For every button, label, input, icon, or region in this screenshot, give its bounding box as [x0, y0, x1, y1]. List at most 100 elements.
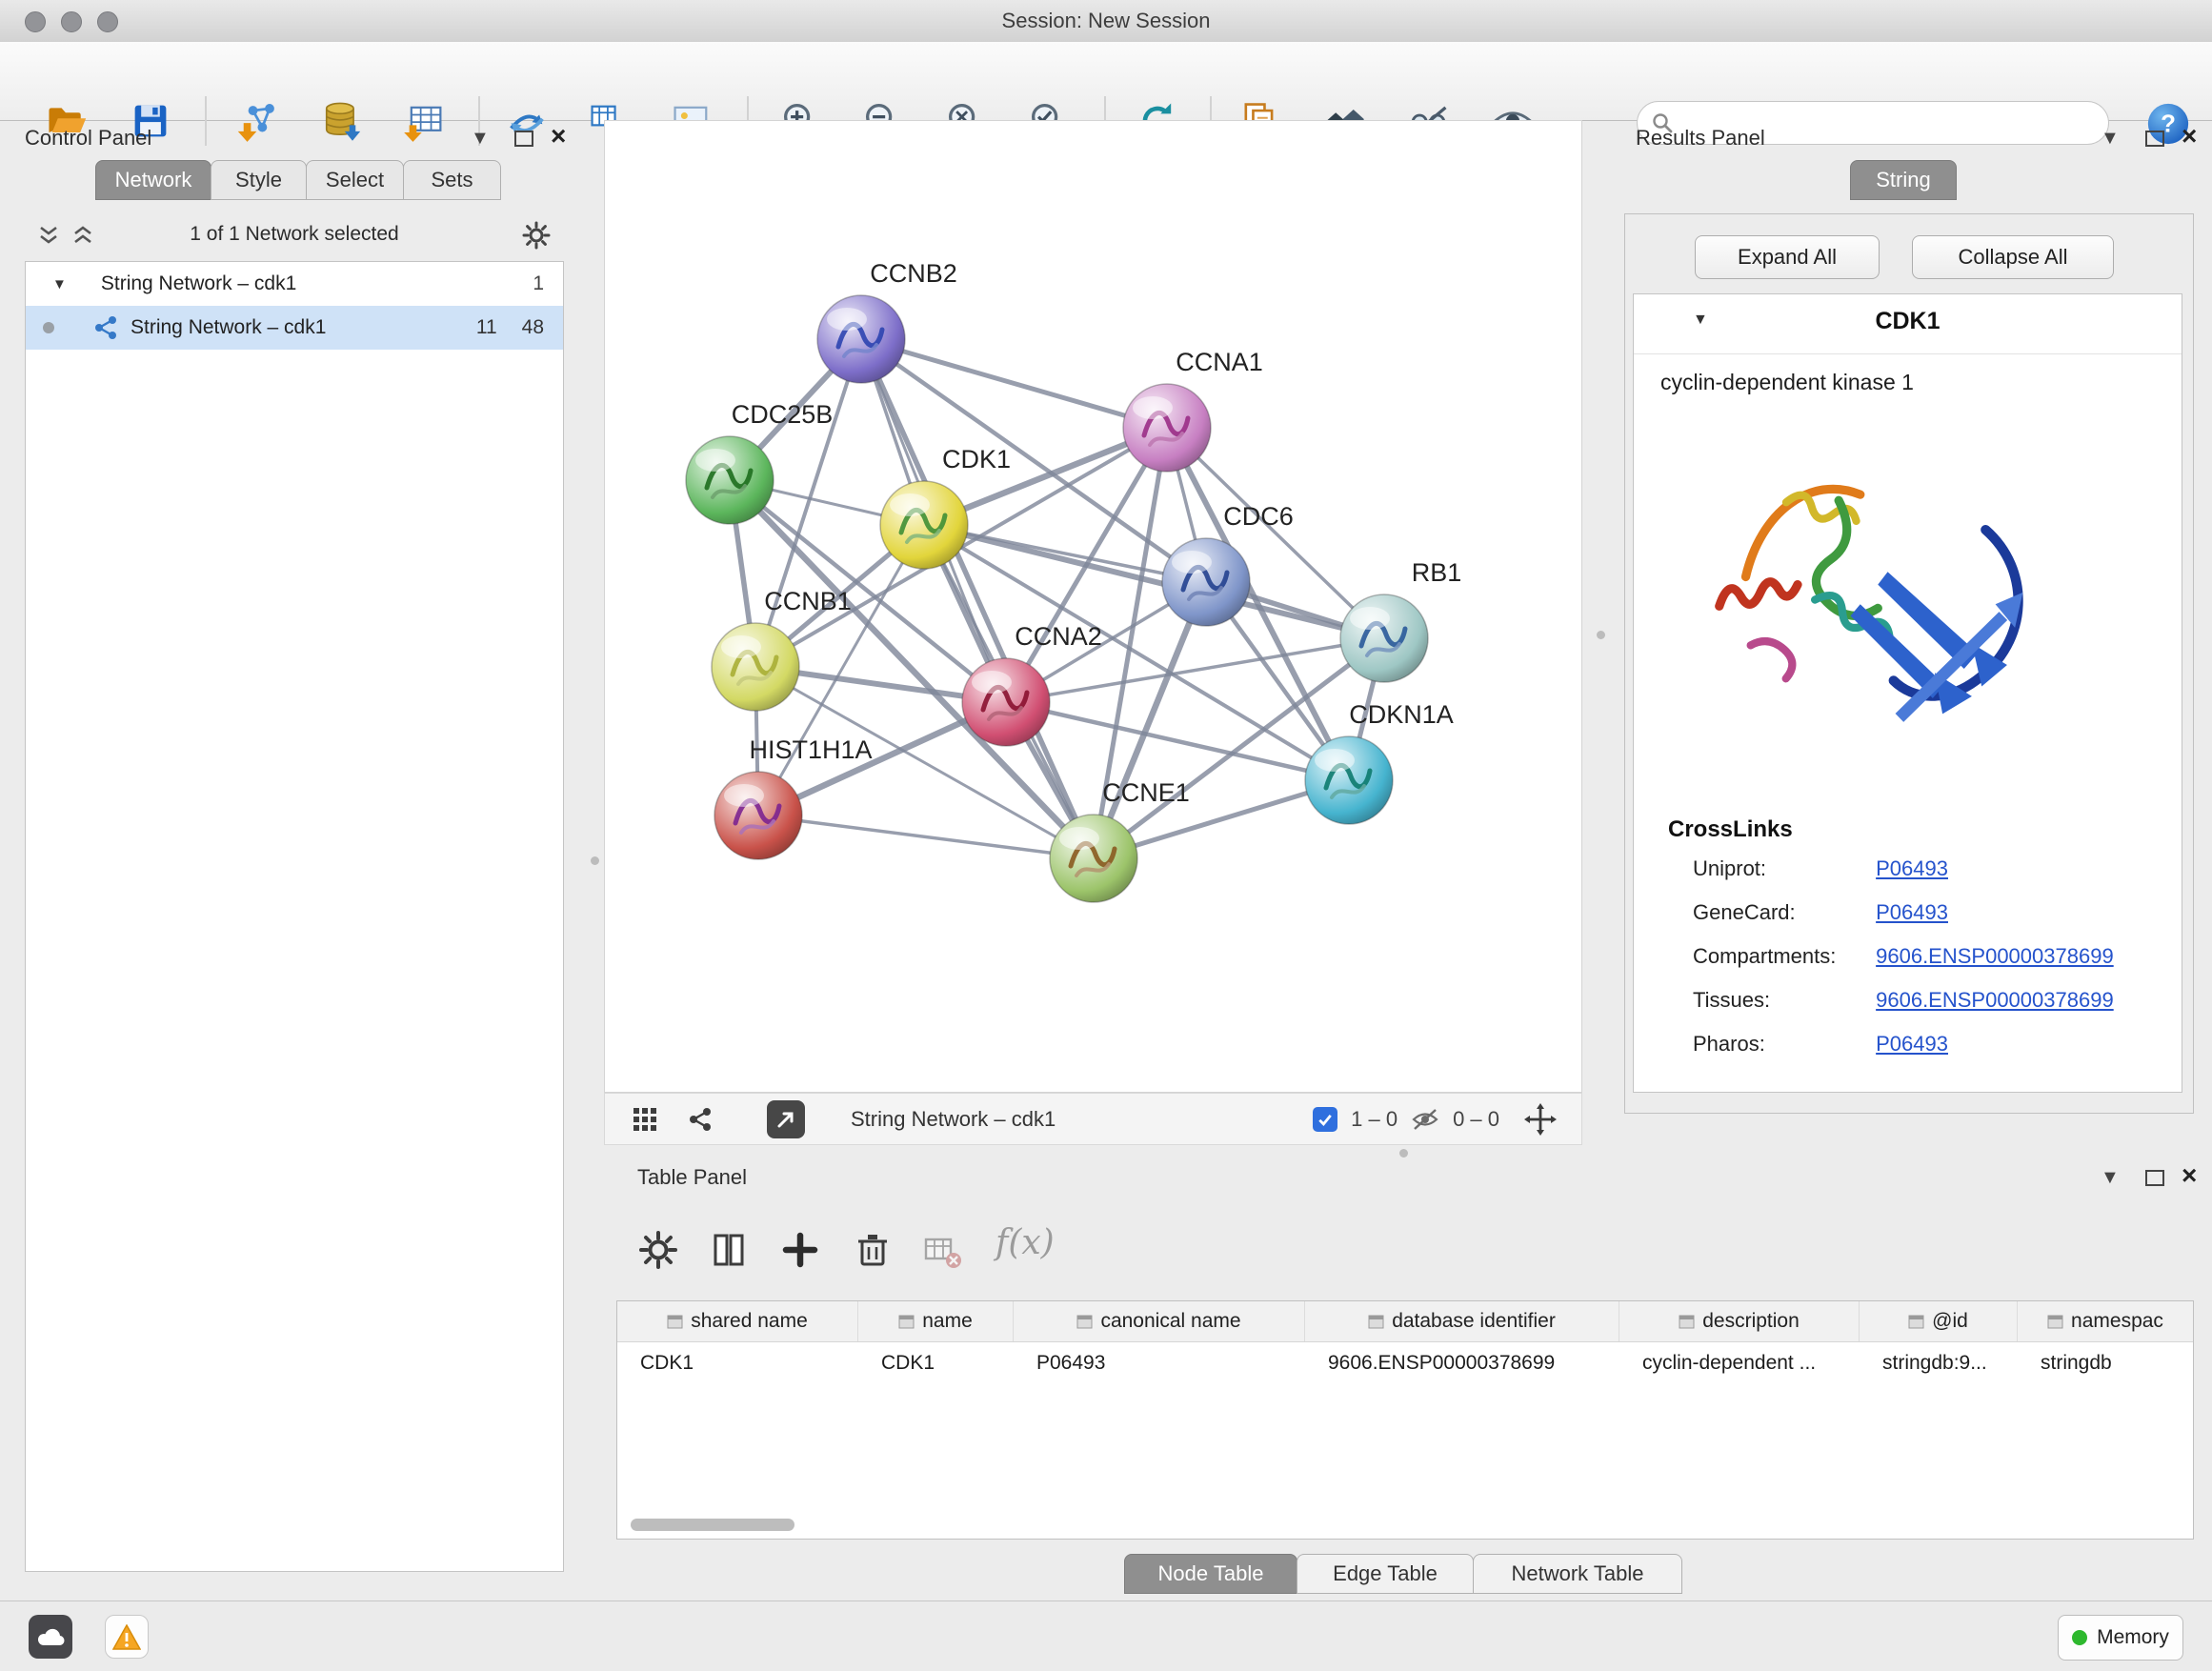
tab-select[interactable]: Select — [306, 160, 404, 200]
cell-namespace[interactable]: stringdb — [2018, 1352, 2193, 1375]
crosslink-value[interactable]: P06493 — [1876, 1032, 1948, 1056]
tab-edge-table[interactable]: Edge Table — [1297, 1554, 1474, 1594]
table-panel-header: Table Panel ▼ × — [604, 1159, 2212, 1198]
memory-label: Memory — [2097, 1626, 2169, 1649]
network-edge[interactable] — [924, 525, 1384, 638]
column-header-name[interactable]: name — [858, 1301, 1014, 1341]
cell-name[interactable]: CDK1 — [858, 1352, 1014, 1375]
window-title: Session: New Session — [0, 9, 2212, 33]
float-panel-icon[interactable] — [2145, 131, 2164, 147]
network-node-CDC6[interactable] — [1162, 538, 1250, 626]
float-panel-icon[interactable] — [514, 131, 533, 147]
crosslink-value[interactable]: P06493 — [1876, 856, 1948, 880]
left-divider-grip[interactable] — [591, 856, 599, 865]
network-node-CCNB2[interactable] — [817, 295, 905, 383]
column-header-database-identifier[interactable]: database identifier — [1305, 1301, 1619, 1341]
panel-menu-icon[interactable]: ▼ — [2101, 1167, 2120, 1189]
crosslink-value[interactable]: 9606.ENSP00000378699 — [1876, 944, 2114, 968]
close-panel-icon[interactable]: × — [2182, 1160, 2197, 1191]
tab-sets[interactable]: Sets — [403, 160, 501, 200]
network-node-CCNB1[interactable] — [712, 623, 799, 711]
network-node-CCNE1[interactable] — [1050, 815, 1137, 902]
gear-icon[interactable] — [637, 1229, 679, 1271]
memory-button[interactable]: Memory — [2058, 1615, 2183, 1661]
panel-menu-icon[interactable]: ▼ — [2101, 128, 2120, 150]
current-network-dot-icon — [43, 322, 54, 333]
network-list-toolbar: 1 of 1 Network selected — [25, 214, 564, 256]
right-divider-grip[interactable] — [1597, 631, 1605, 639]
network-node-RB1[interactable] — [1340, 594, 1428, 682]
column-header-canonical-name[interactable]: canonical name — [1014, 1301, 1305, 1341]
crosslink-value[interactable]: 9606.ENSP00000378699 — [1876, 988, 2114, 1012]
network-edge[interactable] — [755, 339, 861, 667]
node-label-CCNA2: CCNA2 — [1015, 622, 1102, 651]
column-type-icon — [1679, 1315, 1695, 1329]
share-icon[interactable] — [687, 1106, 714, 1133]
network-node-CDK1[interactable] — [880, 481, 968, 569]
trash-icon[interactable] — [852, 1229, 894, 1271]
pan-crosshair-icon[interactable] — [1524, 1103, 1557, 1136]
cell-id[interactable]: stringdb:9... — [1860, 1352, 2018, 1375]
show-columns-icon[interactable] — [708, 1229, 750, 1271]
tab-node-table[interactable]: Node Table — [1124, 1554, 1297, 1594]
close-panel-icon[interactable]: × — [551, 121, 566, 151]
network-collection-row[interactable]: ▼ String Network – cdk1 1 — [26, 262, 563, 306]
node-label-HIST1H1A: HIST1H1A — [749, 735, 872, 764]
control-panel-title: Control Panel — [25, 126, 151, 151]
network-node-CCNA2[interactable] — [962, 658, 1050, 746]
close-panel-icon[interactable]: × — [2182, 121, 2197, 151]
crosslink-value[interactable]: P06493 — [1876, 900, 1948, 924]
cell-canonical-name[interactable]: P06493 — [1014, 1352, 1305, 1375]
delete-table-icon[interactable] — [921, 1231, 963, 1273]
warnings-button[interactable] — [105, 1615, 149, 1659]
hidden-eye-slash-icon[interactable] — [1411, 1107, 1439, 1132]
column-type-icon — [2047, 1315, 2063, 1329]
add-column-icon[interactable] — [779, 1229, 821, 1271]
network-edge[interactable] — [861, 339, 1167, 428]
horizontal-scrollbar[interactable] — [631, 1519, 794, 1531]
cloud-status-button[interactable] — [29, 1615, 72, 1659]
collapse-all-button[interactable]: Collapse All — [1912, 235, 2114, 279]
network-edge[interactable] — [758, 815, 1094, 858]
network-canvas[interactable]: CCNB2CCNA1CDC25BCDK1CDC6RB1CCNB1CCNA2CDK… — [604, 120, 1582, 1093]
column-header-id[interactable]: @id — [1860, 1301, 2018, 1341]
crosslink-label: Compartments: — [1668, 944, 1870, 969]
crosslinks-title: CrossLinks — [1668, 816, 2114, 843]
tab-network[interactable]: Network — [95, 160, 211, 200]
network-graph[interactable]: CCNB2CCNA1CDC25BCDK1CDC6RB1CCNB1CCNA2CDK… — [605, 121, 1581, 1092]
application-window: Session: New Session — [0, 0, 2212, 1671]
network-node-CDC25B[interactable] — [686, 436, 774, 524]
cell-database-identifier[interactable]: 9606.ENSP00000378699 — [1305, 1352, 1619, 1375]
function-builder-icon[interactable]: f(x) — [995, 1223, 1055, 1262]
disclosure-triangle-icon[interactable]: ▼ — [52, 276, 67, 292]
column-header-shared-name[interactable]: shared name — [617, 1301, 858, 1341]
crosslink-label: Tissues: — [1668, 988, 1870, 1013]
network-node-HIST1H1A[interactable] — [714, 772, 802, 859]
table-panel-title: Table Panel — [637, 1165, 747, 1190]
float-panel-icon[interactable] — [2145, 1170, 2164, 1186]
birdseye-grid-icon[interactable] — [632, 1106, 658, 1133]
network-row-selected[interactable]: String Network – cdk1 11 48 — [26, 306, 563, 350]
tab-style[interactable]: Style — [211, 160, 307, 200]
open-in-window-button[interactable] — [767, 1100, 805, 1138]
crosslink-row: Uniprot: P06493 — [1668, 856, 2114, 900]
table-row[interactable]: CDK1 CDK1 P06493 9606.ENSP00000378699 cy… — [617, 1342, 2193, 1384]
gene-card-header[interactable]: ▼ CDK1 — [1634, 294, 2182, 354]
network-edge[interactable] — [861, 339, 1094, 858]
expand-all-button[interactable]: Expand All — [1695, 235, 1880, 279]
tab-string-results[interactable]: String — [1850, 160, 1957, 200]
column-header-description[interactable]: description — [1619, 1301, 1860, 1341]
bottom-divider-grip[interactable] — [1399, 1149, 1408, 1158]
network-node-CDKN1A[interactable] — [1305, 736, 1393, 824]
selected-checkbox-icon[interactable] — [1313, 1107, 1337, 1132]
panel-menu-icon[interactable]: ▼ — [471, 128, 490, 150]
cell-shared-name[interactable]: CDK1 — [617, 1352, 858, 1375]
tab-network-table[interactable]: Network Table — [1473, 1554, 1682, 1594]
gear-icon[interactable] — [522, 221, 551, 250]
network-node-CCNA1[interactable] — [1123, 384, 1211, 472]
cell-description[interactable]: cyclin-dependent ... — [1619, 1352, 1860, 1375]
network-edge[interactable] — [1006, 702, 1349, 780]
warning-icon — [112, 1624, 141, 1650]
network-selection-status: 1 of 1 Network selected — [25, 223, 564, 246]
column-header-namespace[interactable]: namespac — [2018, 1301, 2193, 1341]
